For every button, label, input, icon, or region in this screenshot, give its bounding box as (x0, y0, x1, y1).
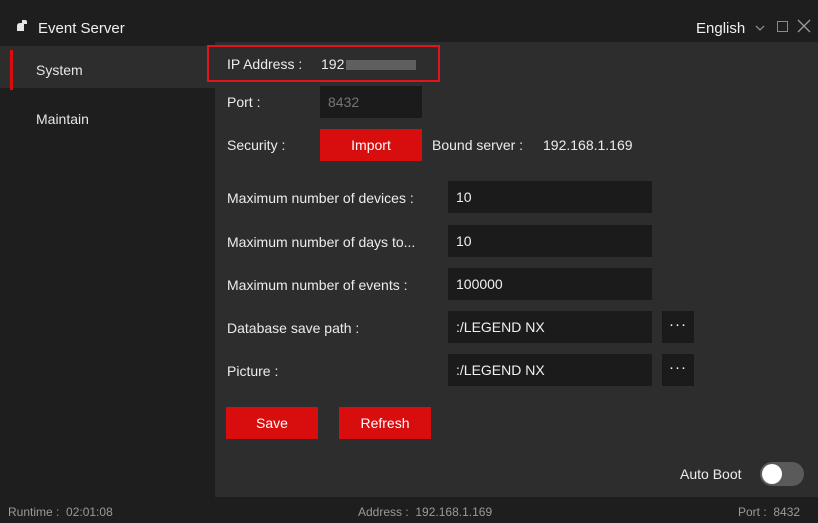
sidebar: System Maintain (0, 42, 215, 497)
app-title: Event Server (38, 20, 125, 37)
sidebar-item-maintain[interactable]: Maintain (0, 94, 215, 136)
bound-server-label: Bound server : (432, 137, 524, 153)
import-button[interactable]: Import (320, 129, 422, 161)
save-button[interactable]: Save (226, 407, 318, 439)
maximize-icon[interactable] (777, 21, 788, 32)
runtime-status: Runtime : 02:01:08 (8, 505, 113, 519)
db-path-browse-button[interactable]: ··· (662, 311, 694, 343)
auto-boot-label: Auto Boot (680, 466, 742, 482)
max-devices-label: Maximum number of devices : (227, 190, 414, 206)
toggle-knob (762, 464, 782, 484)
db-path-label: Database save path : (227, 320, 360, 336)
max-events-input[interactable]: 100000 (448, 268, 652, 300)
max-events-label: Maximum number of events : (227, 277, 408, 293)
max-devices-input[interactable]: 10 (448, 181, 652, 213)
chevron-down-icon[interactable] (754, 22, 766, 34)
sidebar-item-system[interactable]: System (0, 46, 215, 90)
picture-path-input[interactable]: :/LEGEND NX (448, 354, 652, 386)
ip-address-label: IP Address : (227, 56, 303, 72)
max-days-input[interactable]: 10 (448, 225, 652, 257)
title-bar: Event Server English (0, 0, 818, 42)
picture-browse-button[interactable]: ··· (662, 354, 694, 386)
address-status: Address : 192.168.1.169 (358, 505, 493, 519)
port-status: Port : 8432 (738, 505, 801, 519)
port-label: Port : (227, 94, 261, 110)
language-select[interactable]: English (696, 20, 745, 37)
ip-address-value[interactable]: 192 (321, 56, 417, 72)
max-days-label: Maximum number of days to... (227, 234, 416, 250)
bound-server-value: 192.168.1.169 (543, 137, 633, 153)
picture-label: Picture : (227, 363, 279, 379)
security-label: Security : (227, 137, 286, 153)
port-input[interactable] (320, 86, 422, 118)
more-dots-icon: ··· (669, 359, 687, 376)
sidebar-item-label: System (36, 62, 83, 78)
more-dots-icon: ··· (669, 316, 687, 333)
db-path-input[interactable]: :/LEGEND NX (448, 311, 652, 343)
app-logo-icon (17, 20, 27, 31)
auto-boot-toggle[interactable] (760, 462, 804, 486)
status-bar: Runtime : 02:01:08 Address : 192.168.1.1… (0, 497, 818, 523)
close-icon[interactable] (797, 19, 811, 33)
refresh-button[interactable]: Refresh (339, 407, 431, 439)
sidebar-item-label: Maintain (36, 111, 89, 127)
